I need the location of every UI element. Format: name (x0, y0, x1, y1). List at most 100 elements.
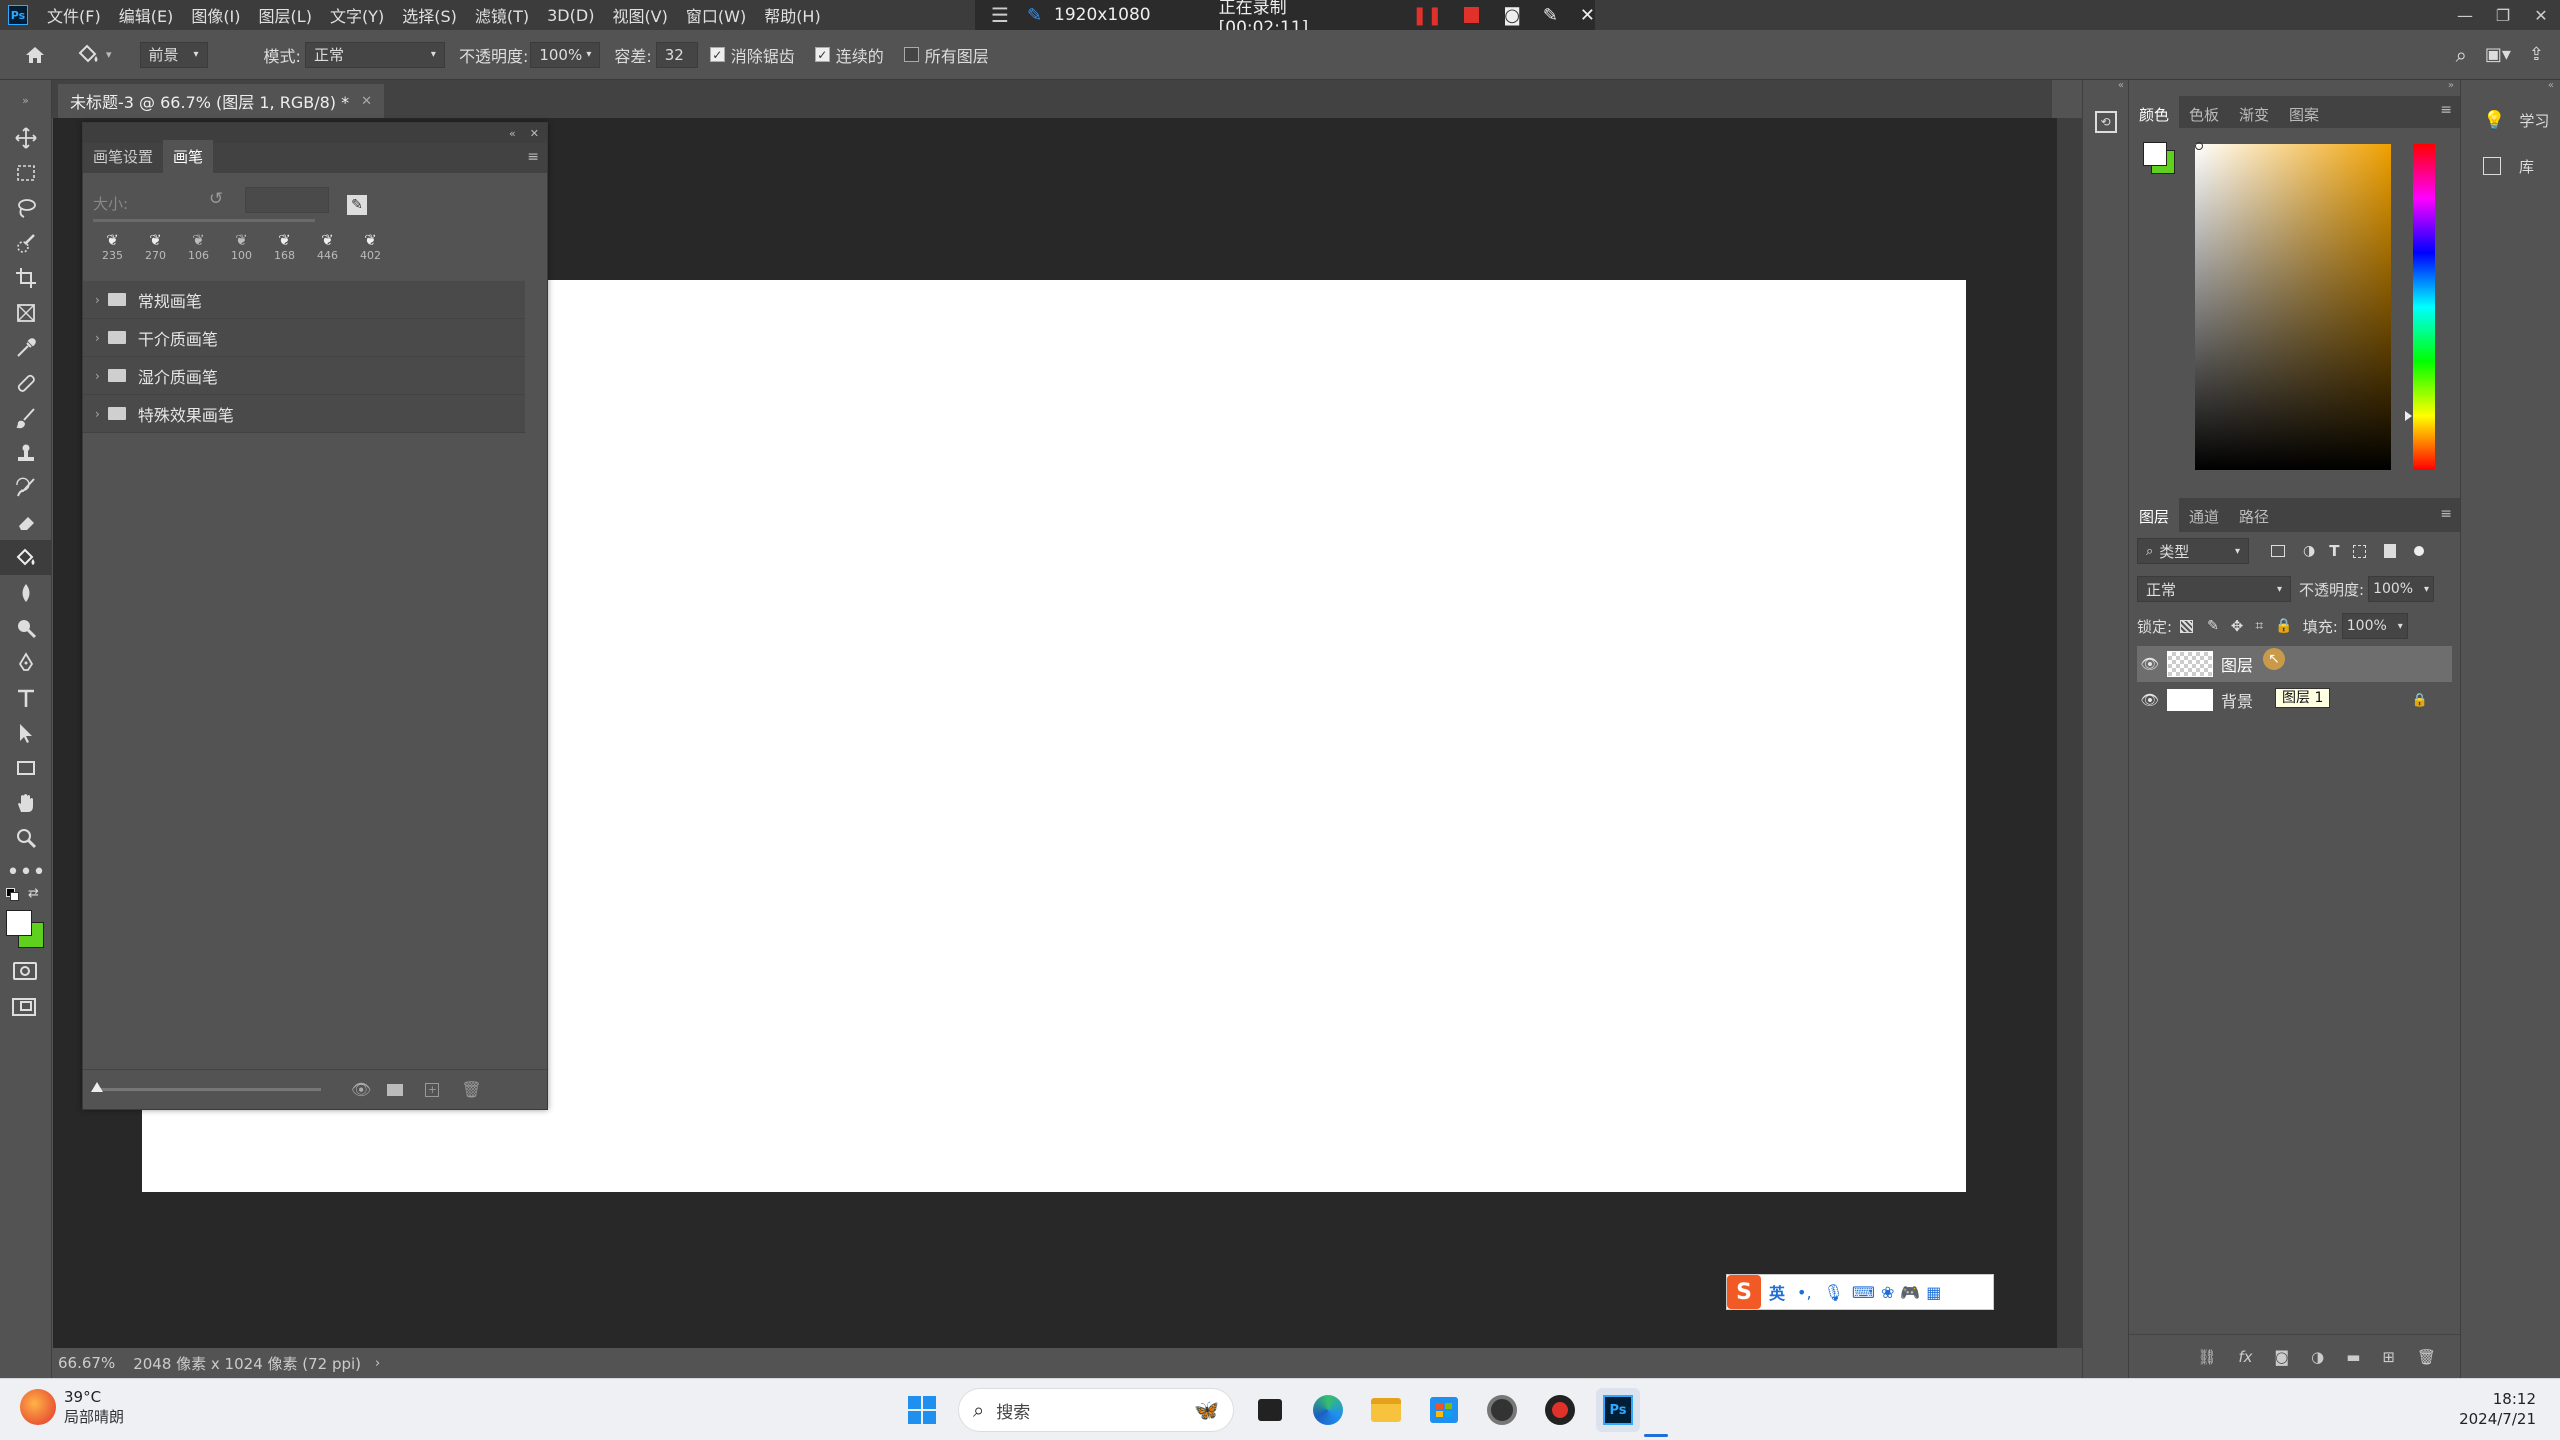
file-explorer-icon[interactable] (1364, 1388, 1408, 1432)
close-icon[interactable]: ✕ (1580, 5, 1595, 26)
collapse-dock-icon[interactable]: « (2083, 80, 2128, 91)
lock-all-icon[interactable]: 🔒 (2275, 618, 2292, 634)
lock-artboard-icon[interactable]: ⌗ (2255, 618, 2263, 634)
add-mask-icon[interactable]: ◙ (2275, 1348, 2290, 1366)
restore-icon[interactable]: ❐ (2484, 0, 2522, 30)
workspace-icon[interactable]: ▣▾ (2485, 44, 2511, 65)
recent-brush[interactable]: ❦ 402 (349, 231, 392, 281)
trash-icon[interactable]: 🗑 (461, 1080, 481, 1099)
tab-paths[interactable]: 路径 (2229, 498, 2279, 534)
zoom-tool-icon[interactable] (0, 820, 52, 855)
hand-tool-icon[interactable] (0, 785, 52, 820)
recent-brush[interactable]: ❦ 270 (134, 231, 177, 281)
layer-opacity-input[interactable]: 100% ▾ (2368, 576, 2435, 602)
lock-pixels-icon[interactable]: ✎ (2207, 618, 2219, 634)
preview-size-slider[interactable] (91, 1082, 321, 1092)
ime-punctuation[interactable]: •, (1797, 1283, 1812, 1302)
menu-type[interactable]: 文字(Y) (321, 3, 393, 27)
fx-icon[interactable]: fx (2238, 1348, 2252, 1366)
filter-pixel-icon[interactable] (2271, 545, 2285, 557)
skin-icon[interactable]: ❀ (1881, 1283, 1894, 1302)
lock-transparent-icon[interactable] (2180, 619, 2194, 633)
close-panel-icon[interactable]: ✕ (530, 127, 539, 140)
rectangle-tool-icon[interactable] (0, 750, 52, 785)
layer-filter-select[interactable]: ⌕ 类型 ▾ (2137, 538, 2249, 564)
tab-color[interactable]: 颜色 (2129, 96, 2180, 132)
chevron-right-icon[interactable]: › (375, 1356, 380, 1371)
lasso-tool-icon[interactable] (0, 190, 52, 225)
recent-brush[interactable]: ❦ 168 (263, 231, 306, 281)
tab-layers[interactable]: 图层 (2129, 498, 2180, 534)
pin-icon[interactable]: ✎ (1027, 5, 1042, 26)
recent-brush[interactable]: ❦ 446 (306, 231, 349, 281)
taskbar-search-box[interactable]: ⌕ 搜索 🦋 (958, 1388, 1234, 1432)
menu-filter[interactable]: 滤镜(T) (466, 3, 538, 27)
panel-menu-icon[interactable]: ≡ (527, 149, 539, 165)
history-panel-icon[interactable]: ⟲ (2094, 111, 2117, 133)
menu-help[interactable]: 帮助(H) (755, 3, 830, 27)
clone-stamp-tool-icon[interactable] (0, 435, 52, 470)
tab-gradients[interactable]: 渐变 (2229, 96, 2279, 132)
color-field[interactable] (2195, 144, 2391, 470)
tolerance-input[interactable]: 32 (655, 41, 698, 68)
antialias-checkbox[interactable]: ✓ (709, 47, 725, 62)
camera-icon[interactable]: ◙ (1503, 5, 1520, 26)
fill-source-select[interactable]: 前景 ▾ (139, 41, 208, 68)
expand-icon[interactable]: » (2129, 80, 2460, 96)
pen-icon[interactable]: ✎ (1543, 5, 1558, 26)
swap-colors-icon[interactable]: ⇄ (28, 886, 39, 901)
all-layers-checkbox[interactable] (903, 47, 919, 62)
layer-name[interactable]: 背景 (2221, 688, 2253, 712)
filter-shape-icon[interactable] (2353, 544, 2367, 558)
new-brush-icon[interactable]: ✎ (347, 195, 367, 215)
type-tool-icon[interactable] (0, 680, 52, 715)
more-tools-icon[interactable]: ••• (0, 855, 52, 890)
marquee-tool-icon[interactable] (0, 155, 52, 190)
menu-view[interactable]: 视图(V) (603, 3, 676, 27)
brush-folder-item[interactable]: › 特殊效果画笔 (83, 395, 525, 433)
hue-slider[interactable] (2413, 144, 2435, 470)
stop-icon[interactable] (1464, 7, 1480, 23)
blur-tool-icon[interactable] (0, 575, 52, 610)
dodge-tool-icon[interactable] (0, 610, 52, 645)
recent-brush[interactable]: ❦ 100 (220, 231, 263, 281)
close-document-icon[interactable]: ✕ (361, 94, 372, 109)
ime-toolbar[interactable]: S 英 •, 🎙 ⌨ ❀ 🎮 ▦ (1726, 1274, 1994, 1310)
zoom-level[interactable]: 66.67% (58, 1354, 115, 1372)
ime-language[interactable]: 英 (1769, 1280, 1785, 1304)
brush-folder-item[interactable]: › 干介质画笔 (83, 319, 525, 357)
mode-select[interactable]: 正常 ▾ (304, 41, 445, 68)
lock-icon[interactable]: 🔒 (2412, 693, 2428, 708)
windows-start-icon[interactable] (900, 1388, 944, 1432)
eraser-tool-icon[interactable] (0, 505, 52, 540)
tab-brush-settings[interactable]: 画笔设置 (83, 140, 163, 173)
quick-mask-icon[interactable] (13, 962, 37, 980)
link-layers-icon[interactable]: ⛓ (2197, 1348, 2216, 1366)
eye-icon[interactable]: 👁 (2137, 655, 2163, 673)
fill-input[interactable]: 100% ▾ (2341, 613, 2408, 639)
layer-row[interactable]: 👁 图层 (2137, 646, 2452, 682)
filter-adjustment-icon[interactable]: ◑ (2303, 543, 2315, 559)
brush-folder-item[interactable]: › 湿介质画笔 (83, 357, 525, 395)
share-icon[interactable]: ⇪ (2529, 44, 2544, 65)
path-selection-tool-icon[interactable] (0, 715, 52, 750)
move-tool-icon[interactable] (0, 120, 52, 155)
lock-position-icon[interactable]: ✥ (2231, 617, 2244, 635)
collapse-dock-icon[interactable]: « (2461, 80, 2560, 96)
apps-icon[interactable]: ▦ (1926, 1283, 1941, 1302)
minimize-icon[interactable]: — (2446, 0, 2484, 30)
task-view-icon[interactable] (1248, 1388, 1292, 1432)
menu-edit[interactable]: 编辑(E) (110, 3, 183, 27)
eyedropper-tool-icon[interactable] (0, 330, 52, 365)
obs-icon[interactable] (1480, 1388, 1524, 1432)
weather-widget[interactable]: 39°C 局部晴朗 (20, 1387, 124, 1427)
keyboard-icon[interactable]: ⌨ (1852, 1283, 1875, 1302)
filter-smart-object-icon[interactable] (2384, 544, 2397, 558)
microsoft-store-icon[interactable] (1422, 1388, 1466, 1432)
workspace-scrollbar[interactable] (2057, 118, 2082, 1348)
screen-mode-icon[interactable] (12, 998, 36, 1016)
menu-icon[interactable]: ☰ (991, 3, 1009, 27)
foreground-color-chip[interactable] (2143, 142, 2167, 166)
adjustment-layer-icon[interactable]: ◑ (2311, 1348, 2324, 1366)
contiguous-checkbox[interactable]: ✓ (814, 47, 830, 62)
